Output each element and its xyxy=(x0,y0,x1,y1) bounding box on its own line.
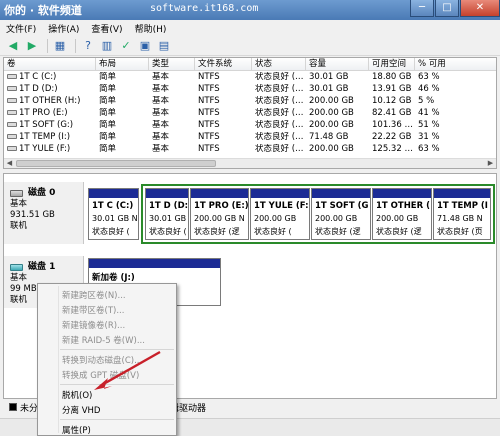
arrow-shaft xyxy=(99,350,161,388)
annotation-arrow-icon xyxy=(94,350,161,390)
